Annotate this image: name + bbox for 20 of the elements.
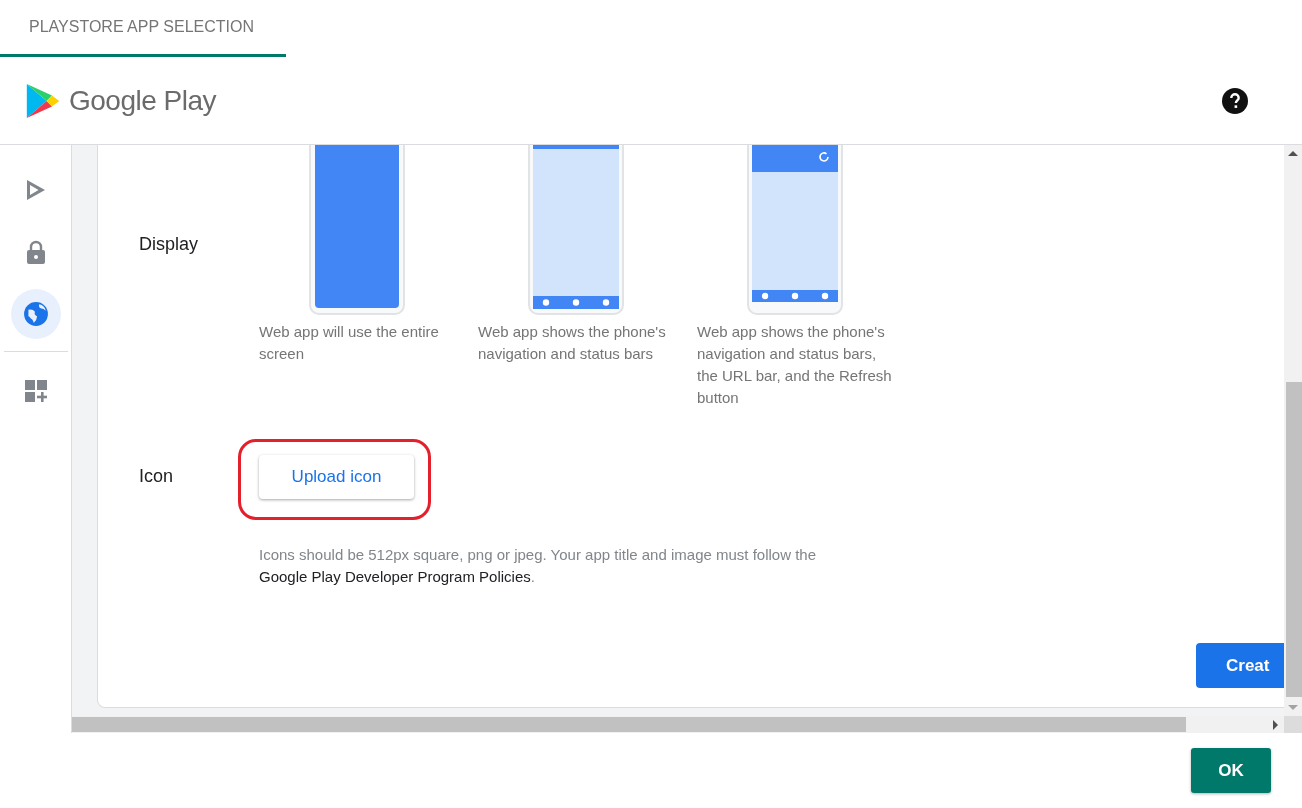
play-triangle-icon xyxy=(25,81,61,120)
icon-label: Icon xyxy=(138,465,175,488)
display-label: Display xyxy=(138,233,200,256)
vertical-scrollbar[interactable] xyxy=(1284,145,1302,716)
scrollbar-corner xyxy=(1284,716,1302,733)
horizontal-scrollbar[interactable] xyxy=(72,716,1284,733)
option-caption: Web app shows the phone's navigation and status bars, the URL bar, and the Refresh button xyxy=(697,322,893,408)
globe-nav-item[interactable] xyxy=(10,289,61,339)
option-caption: Web app will use the entire screen xyxy=(259,322,440,364)
brand-name: Google Play xyxy=(69,84,217,117)
create-button[interactable]: Creat xyxy=(1196,643,1284,688)
upload-icon-button[interactable]: Upload icon xyxy=(259,455,414,499)
option-caption: Web app shows the phone's navigation and status bars xyxy=(478,322,667,364)
add-widget-icon xyxy=(23,379,48,403)
help-icon[interactable] xyxy=(1222,87,1248,114)
globe-icon xyxy=(22,301,49,327)
icon-help-text: Icons should be 512px square, png or jpeg. Your app title and image must follow the Google Play Developer Program Policies. xyxy=(259,545,818,587)
app-selection-tab[interactable]: PLAYSTORE APP SELECTION xyxy=(0,0,286,57)
policies-link[interactable]: Google Play Developer Program Policies xyxy=(259,568,531,585)
ok-button[interactable]: OK xyxy=(1191,748,1271,793)
